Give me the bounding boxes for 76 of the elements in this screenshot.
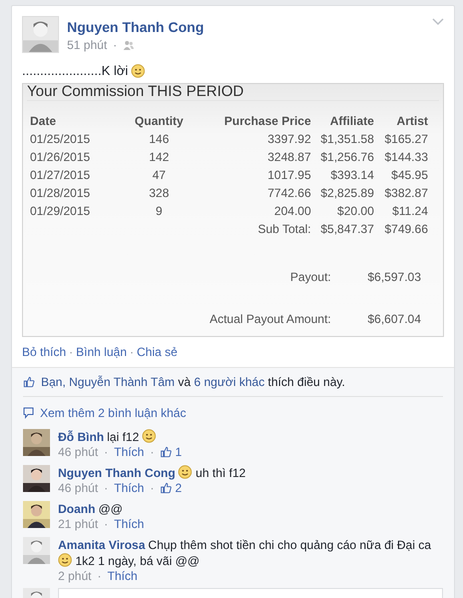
- comment-text: lại f12: [107, 430, 140, 444]
- comment-time: 21 phút: [58, 517, 98, 531]
- action-link[interactable]: Bỏ thích: [22, 345, 66, 359]
- table-cell-text: $1,351.58: [320, 132, 374, 146]
- column-header: Date: [30, 114, 58, 128]
- table-cell-text: 3248.87: [266, 150, 311, 164]
- table-cell-text: 47: [151, 168, 167, 182]
- separator-dot: ·: [150, 445, 154, 459]
- table-cell-text: $165.27: [384, 132, 428, 146]
- post-text: ......................K lời: [22, 63, 128, 78]
- table-cell-text: $45.95: [390, 168, 428, 182]
- table-cell-text: $393.14: [330, 168, 374, 182]
- table-cell-text: $382.87: [384, 186, 428, 200]
- subtotal-label: Sub Total:: [256, 222, 311, 236]
- like-count[interactable]: 1: [175, 445, 182, 459]
- separator-dot: ·: [150, 481, 154, 495]
- commenter-name[interactable]: Nguyen Thanh Cong: [58, 466, 176, 480]
- profile-link[interactable]: Bạn, Nguyễn Thành Tâm: [41, 375, 175, 389]
- image-title: Your Commission THIS PERIOD: [27, 84, 439, 101]
- likes-sentence: Bạn, Nguyễn Thành Tâm và 6 người khác thích điều này.: [41, 375, 346, 389]
- table-cell-text: 146: [148, 132, 170, 146]
- commenter-name[interactable]: Đỗ Bình: [58, 430, 104, 444]
- like-link[interactable]: Thích: [114, 445, 144, 459]
- comment-time: 46 phút: [58, 481, 98, 495]
- total-label: Payout:: [289, 270, 331, 284]
- table-cell-text: $20.00: [336, 204, 374, 218]
- separator-dot: ·: [97, 569, 102, 583]
- like-link[interactable]: Thích: [114, 517, 144, 531]
- column-header: Affiliate: [328, 114, 374, 128]
- comment-text: @@: [98, 502, 123, 516]
- separator-dot: ·: [104, 445, 108, 459]
- separator-dot: ·: [69, 345, 74, 359]
- table-cell-text: 1017.95: [266, 168, 311, 182]
- table-cell-text: 9: [154, 204, 164, 218]
- table-cell-text: 328: [148, 186, 170, 200]
- comment-text: 1k2 1 ngày, bá vãi @@: [75, 554, 200, 568]
- like-link[interactable]: Thích: [114, 481, 144, 495]
- comment-text: Chụp thêm shot tiền chi cho quảng cáo nữa đi Đại ca: [148, 538, 432, 552]
- column-header: Artist: [396, 114, 428, 128]
- post-time[interactable]: 51 phút: [67, 38, 108, 52]
- table-cell-text: 7742.66: [266, 186, 311, 200]
- table-cell-text: 3397.92: [266, 132, 311, 146]
- like-link[interactable]: Thích: [107, 569, 138, 583]
- table-cell-text: 01/26/2015: [30, 150, 92, 164]
- comment-time: 2 phút: [58, 569, 92, 583]
- comment-text: uh thì f12: [196, 466, 246, 480]
- separator-dot: ·: [130, 345, 134, 359]
- total-label: Actual Payout Amount:: [208, 312, 331, 326]
- like-count[interactable]: 2: [175, 481, 182, 495]
- commenter-name[interactable]: Doanh: [58, 502, 96, 516]
- commenter-name[interactable]: Amanita Virosa: [58, 538, 146, 552]
- more-comments-link[interactable]: Xem thêm 2 bình luận khác: [40, 406, 186, 420]
- table-cell-text: 01/27/2015: [30, 168, 92, 182]
- column-header: Quantity: [134, 114, 184, 128]
- table-cell-text: 01/25/2015: [30, 132, 92, 146]
- separator-dot: ·: [104, 517, 108, 531]
- table-cell-text: 204.00: [273, 204, 311, 218]
- table-cell-text: $5,847.37: [320, 222, 374, 236]
- action-link[interactable]: Chia sẻ: [136, 345, 178, 359]
- table-cell-text: $2,825.89: [320, 186, 374, 200]
- table-cell-text: $144.33: [384, 150, 428, 164]
- separator-dot: ·: [104, 481, 108, 495]
- separator-dot: ·: [113, 38, 118, 52]
- action-link[interactable]: Bình luận: [76, 345, 127, 359]
- comment-time: 46 phút: [58, 445, 98, 459]
- profile-link[interactable]: 6 người khác: [194, 375, 265, 389]
- table-cell-text: $1,256.76: [320, 150, 374, 164]
- total-value: $6,607.04: [366, 312, 421, 326]
- table-cell-text: $749.66: [384, 222, 428, 236]
- table-cell-text: $11.24: [391, 204, 428, 218]
- table-cell-text: 01/29/2015: [30, 204, 92, 218]
- table-cell-text: 142: [148, 150, 170, 164]
- author-name[interactable]: Nguyen Thanh Cong: [67, 19, 204, 35]
- table-cell-text: 01/28/2015: [30, 186, 92, 200]
- column-header: Purchase Price: [223, 114, 311, 128]
- total-value: $6,597.03: [366, 270, 421, 284]
